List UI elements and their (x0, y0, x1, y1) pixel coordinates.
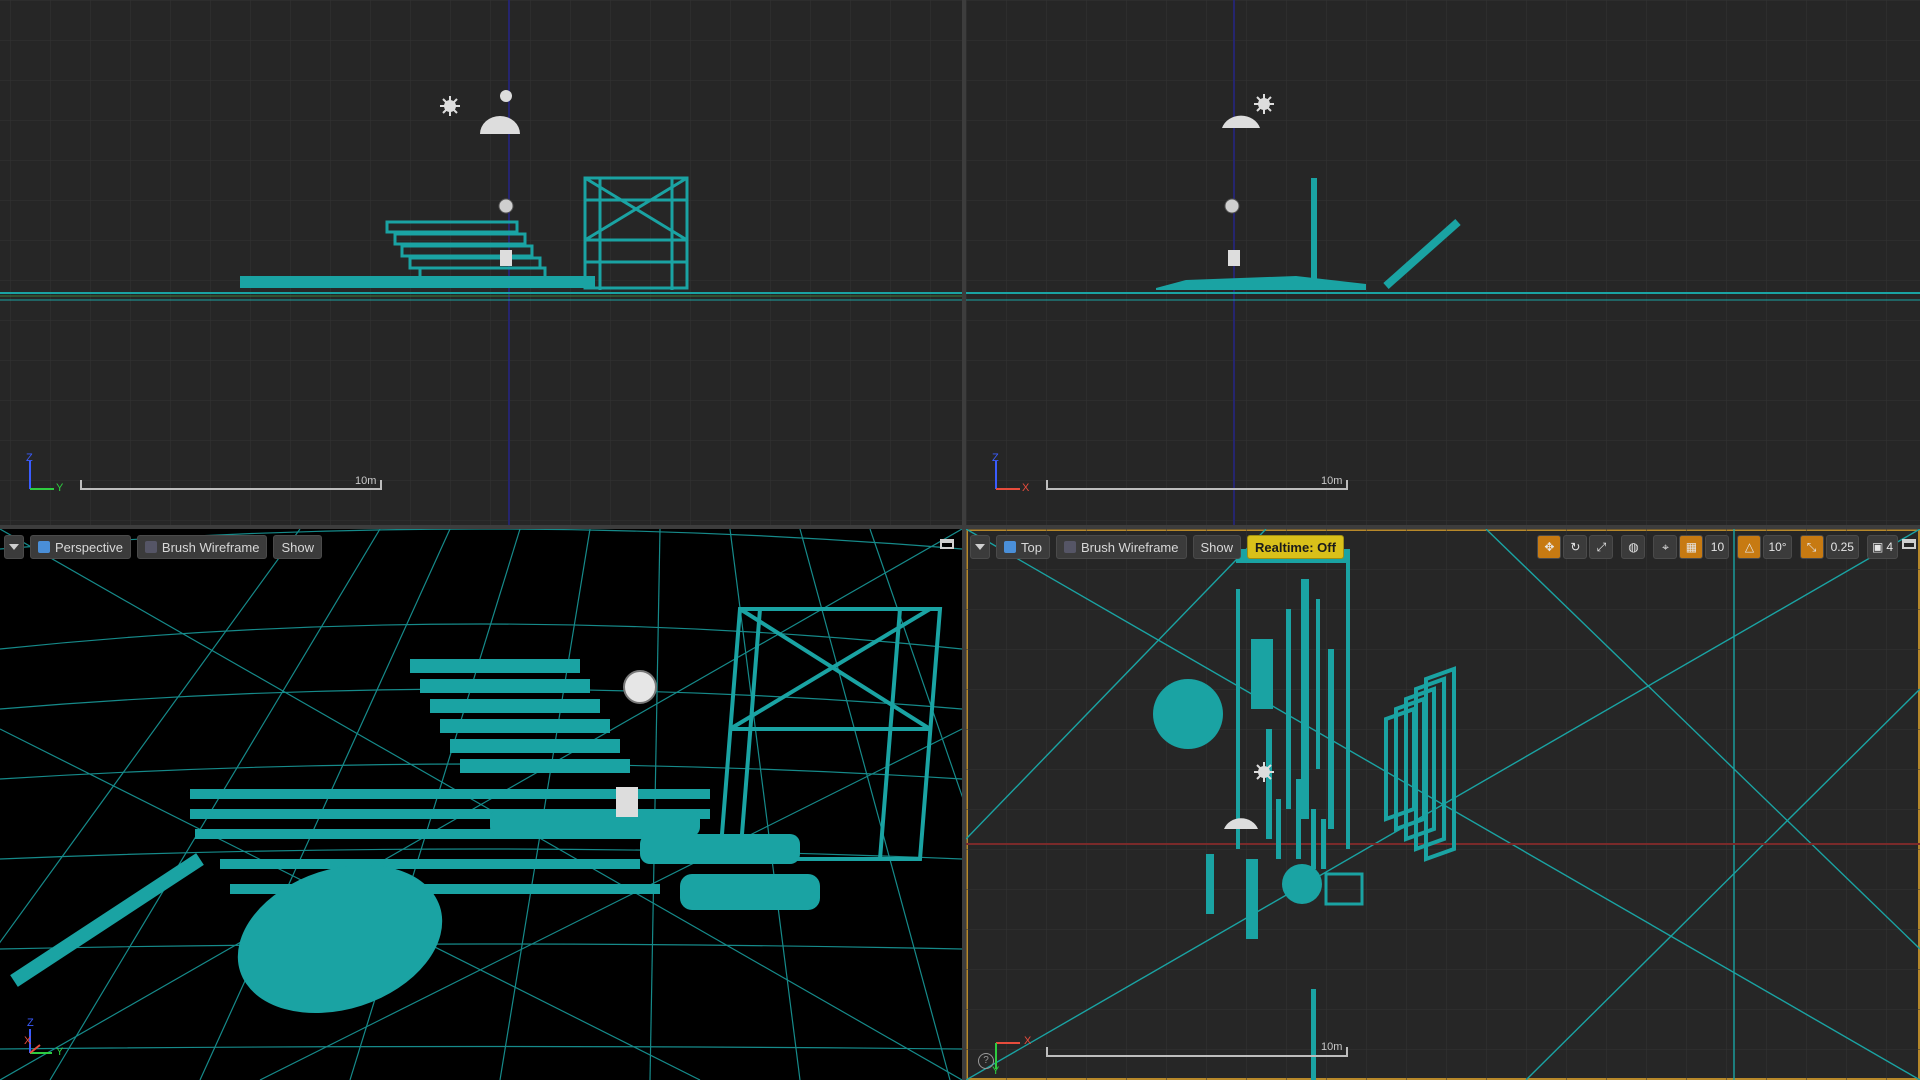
viewport-perspective[interactable]: Perspective Brush Wireframe Show Z X Y (0, 529, 962, 1080)
grid-icon: ▦ (1685, 540, 1698, 554)
maximize-viewport-icon[interactable] (1902, 539, 1916, 549)
axis-label-mid: X (24, 1035, 32, 1047)
axis-label-up: Z (992, 452, 999, 464)
grid-snap-value-label: 10 (1710, 540, 1725, 554)
viewport-options-button[interactable] (4, 535, 24, 559)
top-view-icon (1004, 541, 1016, 553)
scale-snap-value[interactable]: 0.25 (1825, 535, 1859, 559)
player-start-icon[interactable] (1228, 250, 1240, 266)
surface-snap-button[interactable]: ⌖ (1653, 535, 1678, 559)
viewport-splitter-vertical[interactable] (962, 0, 966, 1080)
side-scene (966, 0, 1920, 525)
player-start-icon[interactable] (616, 787, 638, 817)
viewport-splitter-horizontal[interactable] (0, 525, 1920, 529)
scale-bar (1046, 1047, 1348, 1057)
rotation-snap-value-label: 10° (1768, 540, 1787, 554)
scale-label: 10m (355, 475, 377, 487)
axis-label-right: X (1024, 1035, 1032, 1047)
translate-tool-button[interactable]: ✥ (1537, 535, 1562, 559)
view-type-label: Perspective (55, 539, 123, 555)
reflection-sphere-icon[interactable] (623, 670, 657, 704)
move-icon: ✥ (1544, 540, 1555, 554)
surface-snap-icon: ⌖ (1662, 539, 1669, 554)
viewport-top[interactable]: Top Brush Wireframe Show Realtime: Off ✥… (966, 529, 1920, 1080)
grid-snap-value[interactable]: 10 (1705, 535, 1730, 559)
reflection-sphere-icon[interactable] (498, 198, 514, 214)
top-scene (966, 529, 1920, 1080)
wireframe-mode-icon (1063, 541, 1076, 553)
scale-snap-toggle[interactable]: ⤡ (1799, 535, 1824, 559)
perspective-view-icon (38, 541, 50, 553)
scale-snap-icon: ⤡ (1806, 539, 1817, 554)
player-start-icon[interactable] (500, 250, 512, 266)
grid-snap-toggle[interactable]: ▦ (1679, 535, 1704, 559)
view-mode-label: Brush Wireframe (161, 539, 260, 555)
globe-icon: ◍ (1628, 540, 1639, 554)
cloud-icon[interactable] (500, 90, 512, 102)
show-button[interactable]: Show (1192, 535, 1242, 559)
scale-label: 10m (1321, 1041, 1343, 1053)
axis-label-right: Y (56, 1046, 64, 1058)
camera-speed-button[interactable]: ▣ 4 (1866, 535, 1898, 559)
maximize-viewport-icon[interactable] (940, 539, 954, 549)
top-toolbar: Top Brush Wireframe Show Realtime: Off (970, 535, 1344, 559)
scale-bar (80, 480, 382, 490)
axis-label-up: Z (26, 452, 33, 464)
coordinate-space-button[interactable]: ◍ (1621, 535, 1646, 559)
chevron-down-icon (975, 544, 985, 550)
axis-label-right: X (1022, 482, 1030, 494)
viewport-options-button[interactable] (970, 535, 990, 559)
view-mode-button[interactable]: Brush Wireframe (136, 535, 268, 559)
realtime-label: Realtime: Off (1255, 539, 1336, 555)
rotate-icon: ↻ (1570, 540, 1581, 554)
axis-label-right: Y (56, 482, 64, 494)
rotation-snap-value[interactable]: 10° (1763, 535, 1792, 559)
viewport-side[interactable]: Z X 10m (966, 0, 1920, 525)
axis-label-down: Y (992, 1065, 1000, 1077)
scale-icon: ⤢ (1596, 539, 1607, 554)
scale-tool-button[interactable]: ⤢ (1589, 535, 1614, 559)
scale-snap-value-label: 0.25 (1830, 540, 1854, 554)
show-label: Show (1200, 539, 1234, 555)
view-type-label: Top (1021, 539, 1042, 555)
front-scene (0, 0, 962, 525)
wireframe-mode-icon (144, 541, 157, 553)
chevron-down-icon (9, 544, 19, 550)
view-type-button[interactable]: Perspective (30, 535, 131, 559)
camera-speed-label: 4 (1886, 540, 1893, 554)
transform-toolbar: ✥ ↻ ⤢ ◍ ⌖ ▦ 10 △ 10° ⤡ 0.25 ▣ 4 (1537, 535, 1898, 559)
axis-label-up: Z (27, 1017, 34, 1029)
view-mode-label: Brush Wireframe (1080, 539, 1179, 555)
sun-light-icon[interactable] (1254, 762, 1274, 782)
rotate-tool-button[interactable]: ↻ (1563, 535, 1588, 559)
scale-bar (1046, 480, 1348, 490)
view-type-button[interactable]: Top (996, 535, 1050, 559)
help-icon[interactable]: ? (978, 1053, 994, 1069)
scale-label: 10m (1321, 475, 1343, 487)
perspective-scene (0, 529, 962, 1080)
realtime-toggle-button[interactable]: Realtime: Off (1247, 535, 1344, 559)
viewport-front[interactable]: Z Y 10m (0, 0, 962, 525)
rotation-snap-toggle[interactable]: △ (1737, 535, 1762, 559)
camera-icon: ▣ (1871, 540, 1884, 554)
reflection-sphere-icon[interactable] (1224, 198, 1240, 214)
sun-light-icon[interactable] (440, 96, 460, 116)
show-label: Show (281, 539, 314, 555)
sun-light-icon[interactable] (1254, 94, 1274, 114)
view-mode-button[interactable]: Brush Wireframe (1055, 535, 1187, 559)
show-button[interactable]: Show (273, 535, 322, 559)
perspective-toolbar: Perspective Brush Wireframe Show (4, 535, 322, 559)
angle-icon: △ (1744, 540, 1755, 554)
